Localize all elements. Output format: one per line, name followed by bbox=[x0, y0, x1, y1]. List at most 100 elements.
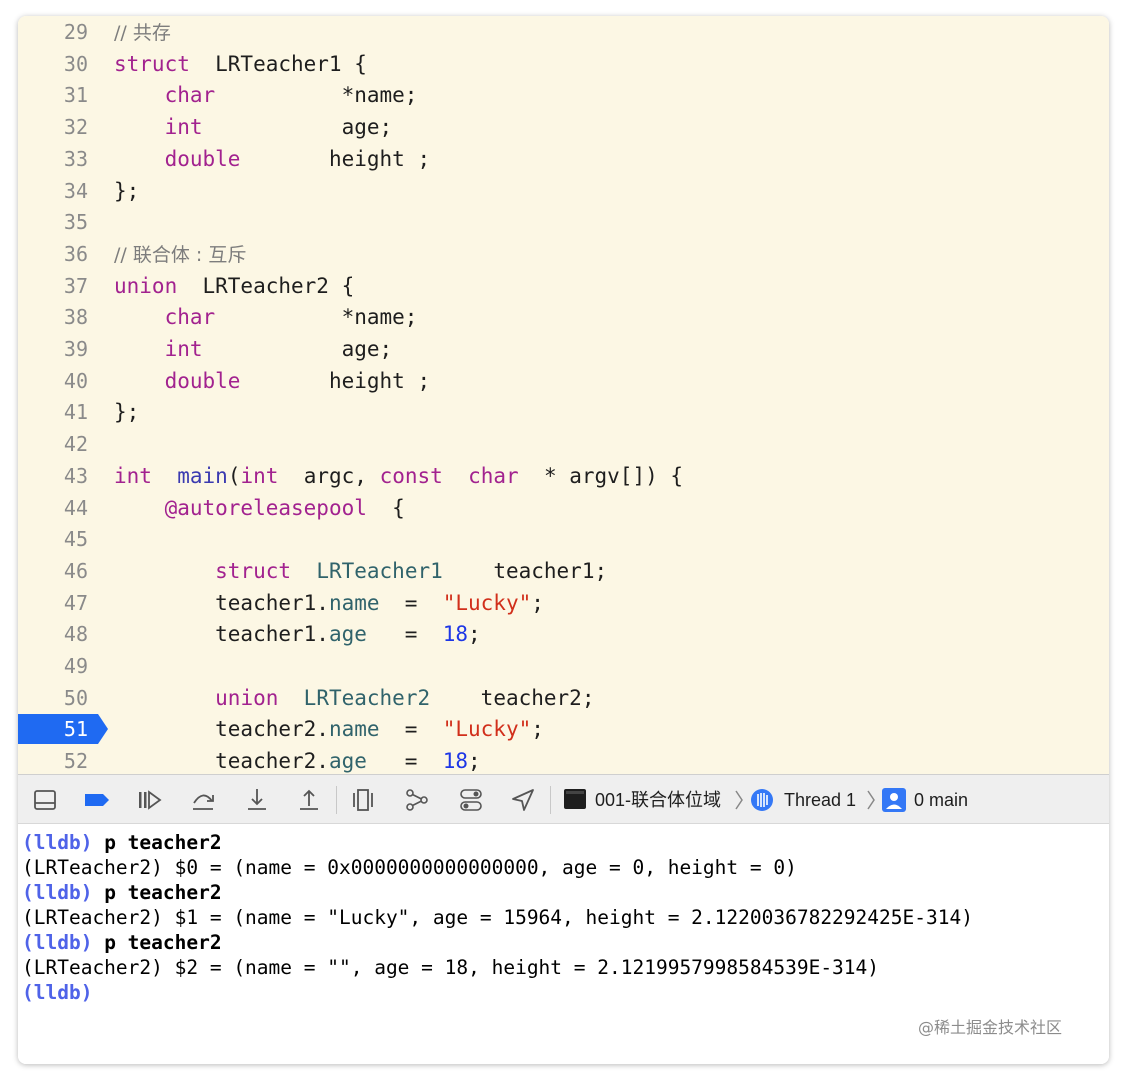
line-number[interactable]: 46 bbox=[18, 555, 88, 587]
code-line[interactable]: 44 @autoreleasepool { bbox=[18, 492, 1109, 524]
code-token: age; bbox=[202, 115, 393, 140]
line-number[interactable]: 31 bbox=[18, 79, 88, 111]
line-number[interactable]: 34 bbox=[18, 175, 88, 207]
lldb-output: (LRTeacher2) $0 = (name = 0x000000000000… bbox=[22, 856, 797, 879]
line-number[interactable]: 42 bbox=[18, 428, 88, 460]
breadcrumb-frame[interactable]: 0 main bbox=[914, 775, 968, 825]
line-number[interactable]: 49 bbox=[18, 650, 88, 682]
line-number[interactable]: 35 bbox=[18, 206, 88, 238]
line-number[interactable]: 29 bbox=[18, 16, 88, 48]
code-line[interactable]: 40 double height ; bbox=[18, 365, 1109, 397]
debug-toolbar: 001-联合体位域 Thread 1 0 main bbox=[18, 774, 1109, 824]
code-line[interactable]: 37 union LRTeacher2 { bbox=[18, 270, 1109, 302]
code-line[interactable]: 50 union LRTeacher2 teacher2; bbox=[18, 682, 1109, 714]
line-number[interactable]: 43 bbox=[18, 460, 88, 492]
code-line[interactable]: 42 bbox=[18, 428, 1109, 460]
code-line[interactable]: 30 struct LRTeacher1 { bbox=[18, 48, 1109, 80]
line-number[interactable]: 38 bbox=[18, 301, 88, 333]
continue-icon[interactable] bbox=[136, 787, 162, 813]
code-line[interactable]: 47 teacher1.name = "Lucky"; bbox=[18, 587, 1109, 619]
line-number[interactable]: 33 bbox=[18, 143, 88, 175]
breadcrumb-target[interactable]: 001-联合体位域 bbox=[595, 775, 721, 825]
code-line[interactable]: 45 bbox=[18, 523, 1109, 555]
code-line[interactable]: 49 bbox=[18, 650, 1109, 682]
line-number[interactable]: 32 bbox=[18, 111, 88, 143]
code-token: * argv[]) { bbox=[518, 463, 684, 488]
step-over-icon[interactable] bbox=[190, 787, 216, 813]
code-keyword: double bbox=[164, 146, 241, 171]
code-line[interactable]: 34}; bbox=[18, 175, 1109, 207]
line-number[interactable]: 40 bbox=[18, 365, 88, 397]
line-number[interactable]: 41 bbox=[18, 396, 88, 428]
environment-overrides-icon[interactable] bbox=[458, 787, 484, 813]
code-keyword: int bbox=[114, 463, 152, 488]
code-line[interactable]: 38 char *name; bbox=[18, 301, 1109, 333]
breadcrumb-thread[interactable]: Thread 1 bbox=[784, 775, 856, 825]
code-line[interactable]: 33 double height ; bbox=[18, 143, 1109, 175]
code-line[interactable]: 46 struct LRTeacher1 teacher1; bbox=[18, 555, 1109, 587]
line-number[interactable]: 51 bbox=[18, 713, 88, 745]
code-token: }; bbox=[114, 400, 140, 425]
code-line[interactable]: 31 char *name; bbox=[18, 79, 1109, 111]
code-line[interactable]: 51 teacher2.name = "Lucky"; bbox=[18, 713, 1109, 745]
step-out-icon[interactable] bbox=[296, 787, 322, 813]
code-text: // 共存 bbox=[114, 16, 171, 49]
code-keyword: const bbox=[379, 463, 443, 488]
code-text: teacher1.age = 18; bbox=[114, 618, 481, 650]
code-token: LRTeacher2 bbox=[303, 685, 431, 710]
code-text: teacher2.name = "Lucky"; bbox=[114, 713, 544, 745]
console-line: (lldb) p teacher2 bbox=[22, 930, 222, 955]
code-line[interactable]: 29 // 共存 bbox=[18, 16, 1109, 48]
code-token: teacher2. bbox=[114, 749, 329, 774]
simulate-location-icon[interactable] bbox=[510, 787, 536, 813]
code-line[interactable]: 43 int main(int argc, const char * argv[]… bbox=[18, 460, 1109, 492]
code-keyword: char bbox=[164, 305, 216, 330]
code-line[interactable]: 32 int age; bbox=[18, 111, 1109, 143]
code-line[interactable]: 35 bbox=[18, 206, 1109, 238]
code-token: age; bbox=[202, 337, 393, 361]
line-number[interactable]: 36 bbox=[18, 238, 88, 270]
lldb-command: p teacher2 bbox=[92, 931, 222, 954]
code-token: height ; bbox=[240, 368, 431, 393]
console-line: (LRTeacher2) $2 = (name = "", age = 18, … bbox=[22, 955, 879, 980]
code-text: union LRTeacher2 teacher2; bbox=[114, 682, 594, 714]
lldb-prompt: (lldb) bbox=[22, 981, 93, 1004]
code-token: LRTeacher1 { bbox=[189, 51, 367, 76]
view-hierarchy-icon[interactable] bbox=[350, 787, 376, 813]
code-token: = bbox=[366, 622, 443, 647]
code-text: union LRTeacher2 { bbox=[114, 270, 354, 302]
line-number[interactable]: 50 bbox=[18, 682, 88, 714]
step-into-icon[interactable] bbox=[244, 787, 270, 813]
line-number[interactable]: 39 bbox=[18, 333, 88, 365]
line-number[interactable]: 37 bbox=[18, 270, 88, 302]
line-number[interactable]: 47 bbox=[18, 587, 88, 619]
code-line[interactable]: 39 int age; bbox=[18, 333, 1109, 365]
code-line[interactable]: 36 // 联合体 : 互斥 bbox=[18, 238, 1109, 270]
code-line[interactable]: 48 teacher1.age = 18; bbox=[18, 618, 1109, 650]
line-number[interactable]: 45 bbox=[18, 523, 88, 555]
breakpoints-toggle-icon[interactable] bbox=[84, 787, 110, 813]
code-text: int age; bbox=[114, 333, 393, 365]
code-number: 18 bbox=[442, 749, 469, 774]
line-number[interactable]: 30 bbox=[18, 48, 88, 80]
code-editor[interactable]: 29 // 共存 30 struct LRTeacher1 {31 char *nam… bbox=[18, 16, 1109, 774]
code-token: }; bbox=[114, 178, 140, 203]
hide-debug-area-icon[interactable] bbox=[32, 787, 58, 813]
memory-graph-icon[interactable] bbox=[404, 787, 430, 813]
code-token: ; bbox=[531, 590, 544, 615]
code-token: LRTeacher1 bbox=[316, 558, 443, 583]
line-number[interactable]: 44 bbox=[18, 492, 88, 524]
code-token: name bbox=[328, 590, 380, 615]
line-number[interactable]: 52 bbox=[18, 745, 88, 774]
code-text: }; bbox=[114, 175, 139, 207]
line-number[interactable]: 48 bbox=[18, 618, 88, 650]
code-line[interactable]: 52 teacher2.age = 18; bbox=[18, 745, 1109, 774]
code-line[interactable]: 41}; bbox=[18, 396, 1109, 428]
code-comment: // 联合体 : 互斥 bbox=[114, 243, 247, 266]
